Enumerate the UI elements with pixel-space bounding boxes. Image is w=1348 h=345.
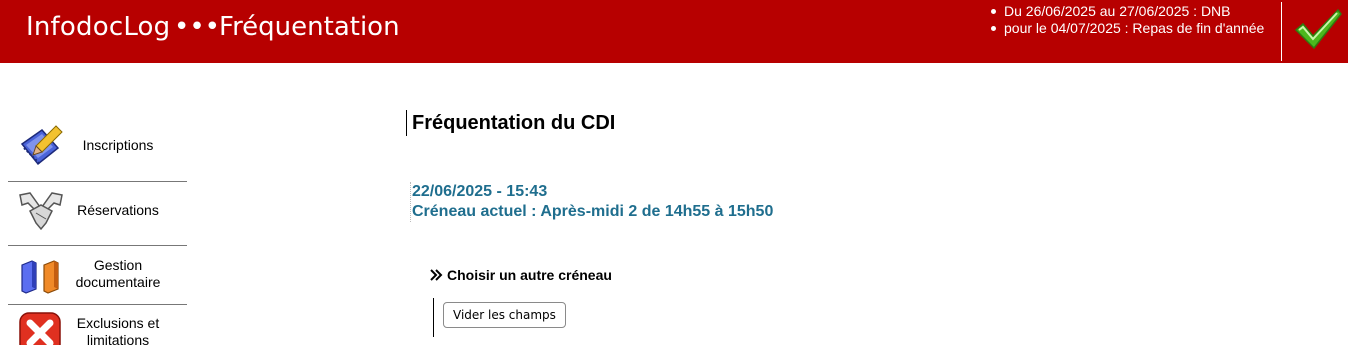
sidebar-menu: Inscriptions Réservations Gestion docume…	[8, 110, 187, 345]
breadcrumb-separator: •••	[174, 12, 221, 42]
header-divider	[1281, 2, 1282, 61]
double-chevron-right-icon	[430, 269, 443, 281]
sidebar-item-gestion-documentaire[interactable]: Gestion documentaire	[8, 246, 187, 305]
confirm-button[interactable]	[1293, 6, 1343, 52]
green-checkmark-icon	[1294, 8, 1342, 50]
current-slot: Créneau actuel : Après-midi 2 de 14h55 à…	[412, 203, 774, 220]
notice-item: Du 26/06/2025 au 27/06/2025 : DNB	[990, 3, 1264, 20]
sidebar-item-exclusions[interactable]: Exclusions et limitations	[8, 305, 187, 345]
red-x-icon	[19, 312, 61, 345]
current-datetime: 22/06/2025 - 15:43	[412, 183, 548, 200]
sidebar-item-label: Réservations	[77, 202, 159, 218]
clear-fields-button[interactable]: Vider les champs	[443, 302, 566, 328]
choose-other-slot-toggle[interactable]: Choisir un autre créneau	[430, 267, 612, 283]
app-title[interactable]: InfodocLog	[26, 12, 170, 42]
top-header-bar: InfodocLog ••• Fréquentation Du 26/06/20…	[0, 0, 1348, 63]
section-divider	[433, 298, 434, 337]
page-name: Fréquentation	[219, 12, 400, 42]
sidebar-item-inscriptions[interactable]: Inscriptions	[8, 110, 187, 182]
sidebar-item-reservations[interactable]: Réservations	[8, 182, 187, 246]
notices-list: Du 26/06/2025 au 27/06/2025 : DNB pour l…	[990, 3, 1264, 37]
notice-item: pour le 04/07/2025 : Repas de fin d'anné…	[990, 20, 1264, 37]
page-title: Fréquentation du CDI	[406, 110, 615, 136]
choose-other-slot-label: Choisir un autre créneau	[447, 267, 612, 283]
books-icon	[21, 260, 59, 294]
current-slot-info: 22/06/2025 - 15:43 Créneau actuel : Aprè…	[410, 182, 773, 222]
sidebar-item-label: Gestion documentaire	[75, 257, 161, 290]
pen-notebook-icon	[20, 125, 63, 166]
sidebar-item-label: Inscriptions	[82, 137, 154, 153]
handshake-icon	[19, 192, 63, 231]
sidebar-item-label: Exclusions et limitations	[76, 315, 160, 345]
